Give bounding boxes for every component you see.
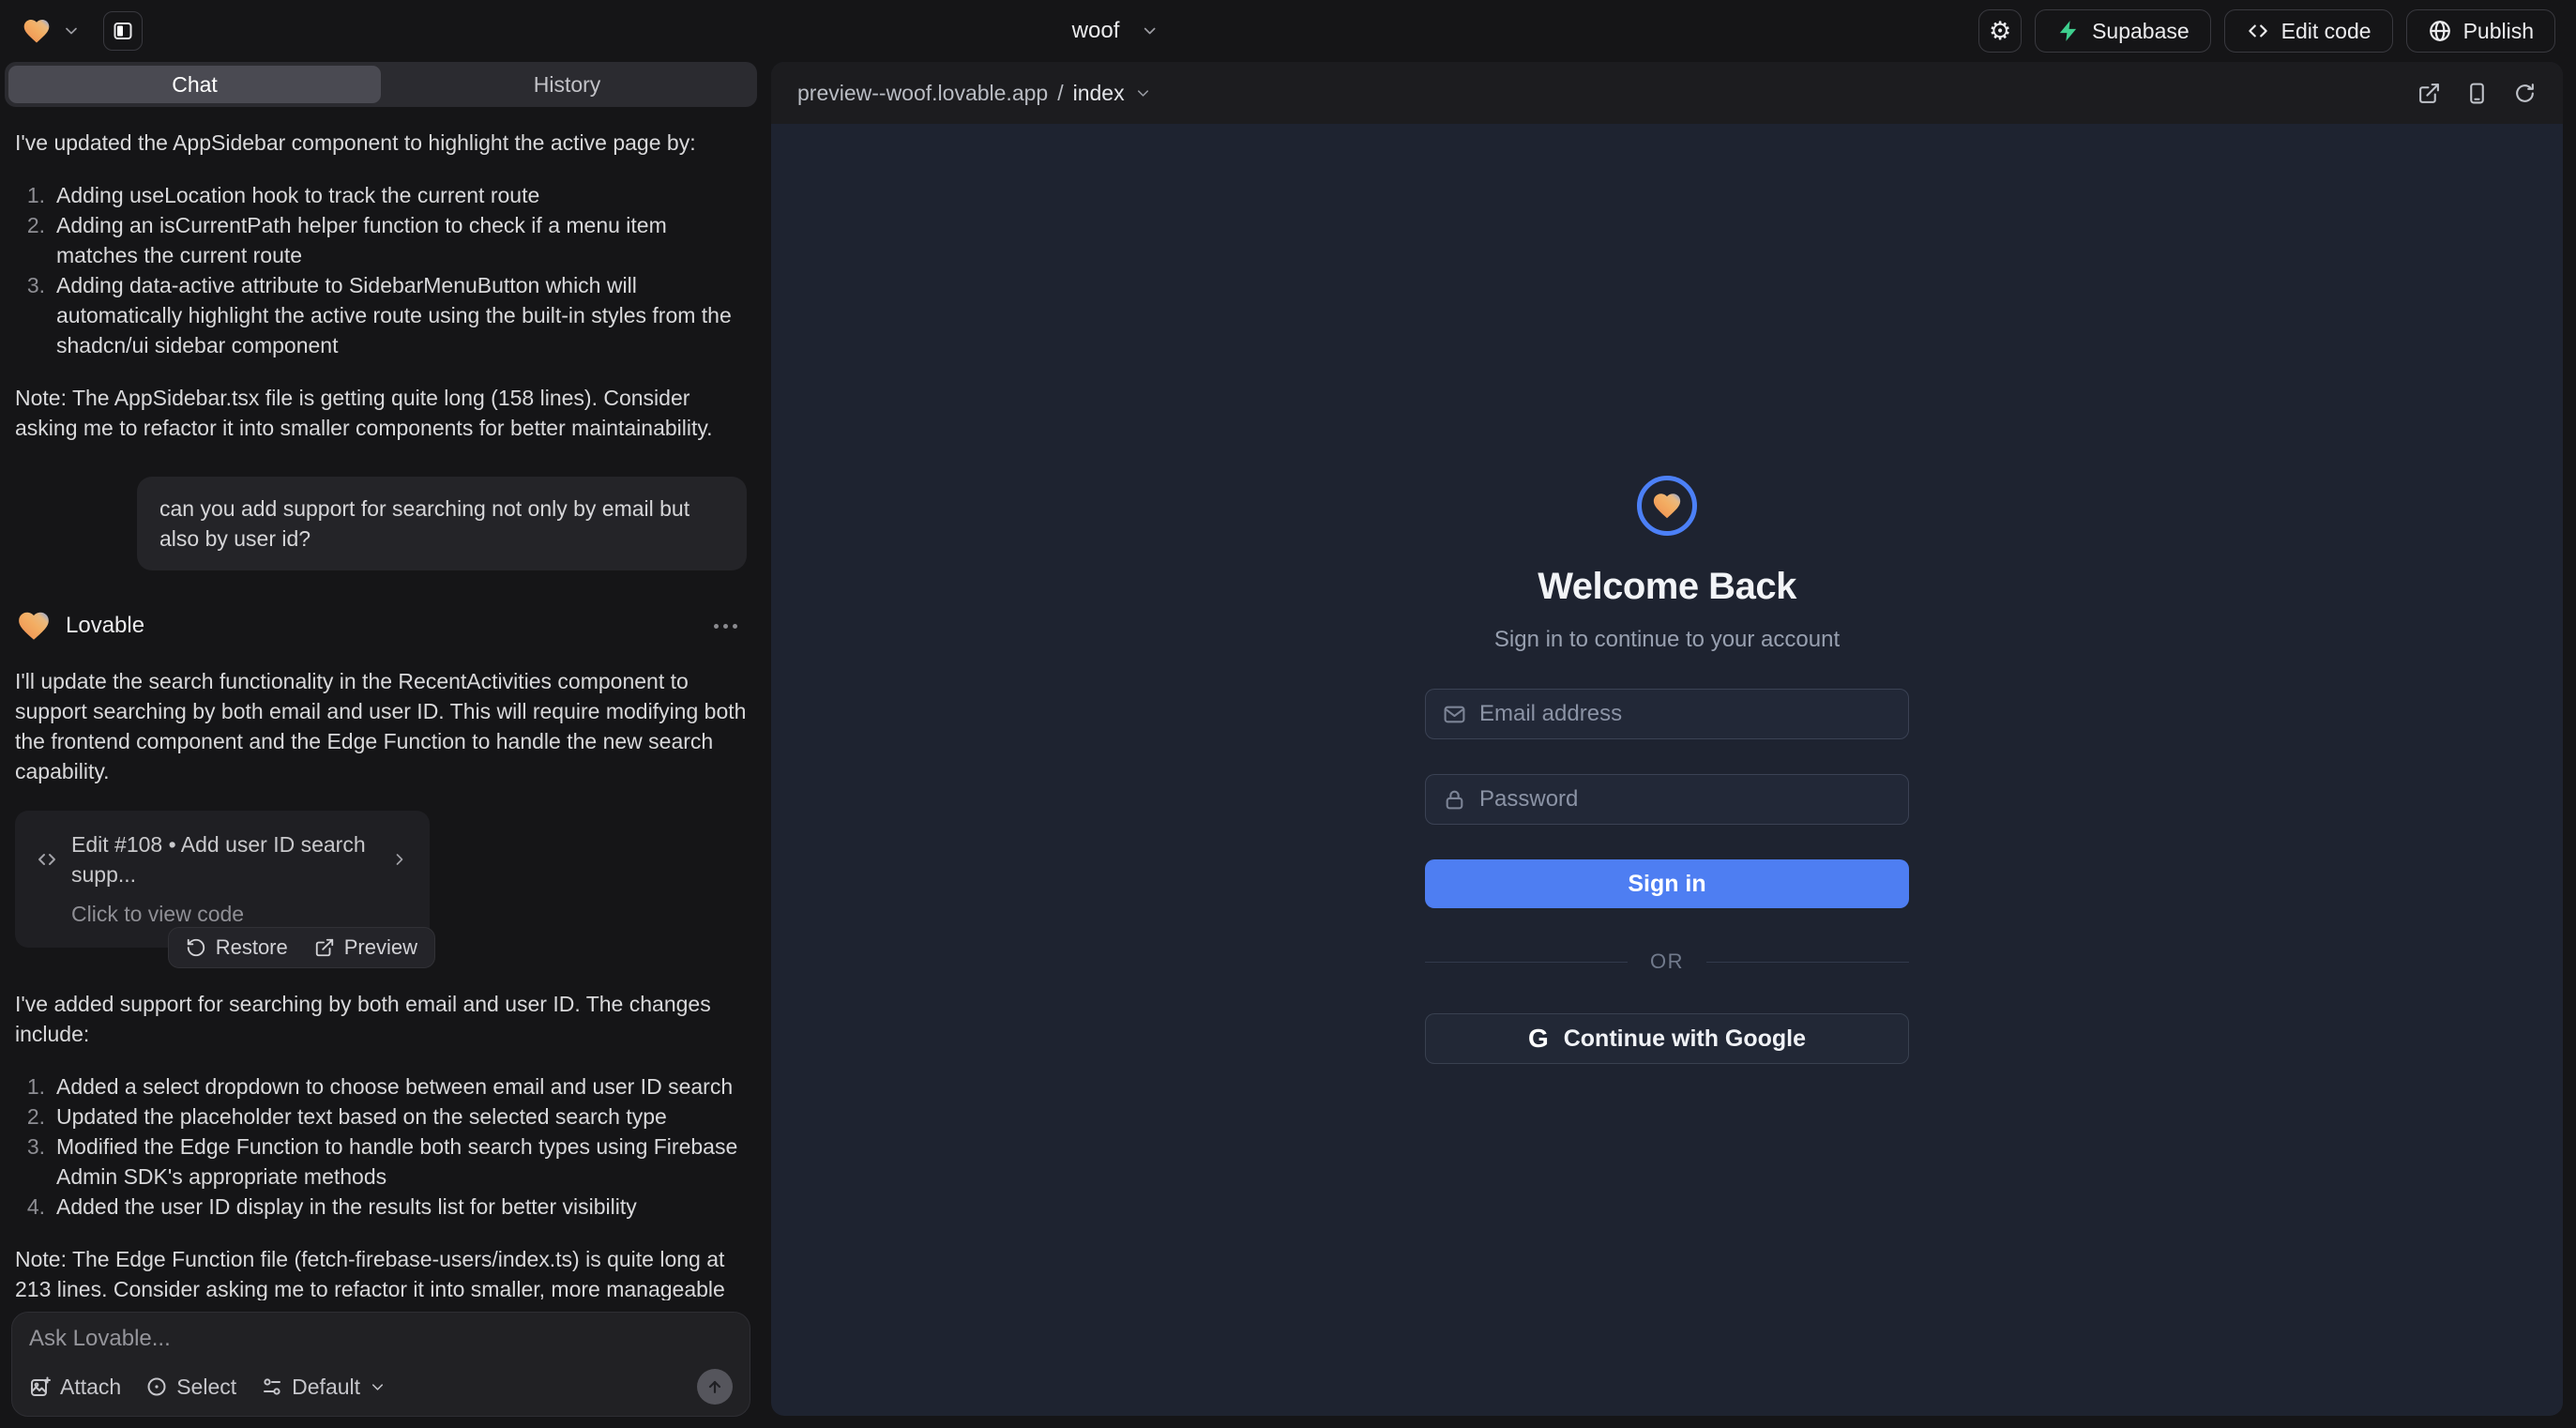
list-item: Modified the Edge Function to handle bot…	[21, 1132, 747, 1192]
list-item: Added a select dropdown to choose betwee…	[21, 1071, 747, 1101]
list-item: Updated the placeholder text based on th…	[21, 1101, 747, 1132]
restore-button[interactable]: Restore	[186, 935, 288, 960]
app-logo	[1637, 476, 1697, 536]
assistant-note: Note: The AppSidebar.tsx file is getting…	[15, 383, 747, 443]
preview-header: preview--woof.lovable.app / index	[771, 62, 2563, 124]
tab-history[interactable]: History	[381, 66, 753, 103]
chevron-down-icon	[1134, 84, 1152, 102]
list-item: Adding data-active attribute to SidebarM…	[21, 270, 747, 360]
supabase-bolt-icon	[2056, 19, 2081, 43]
password-input[interactable]	[1479, 786, 1891, 813]
assistant-paragraph: I've updated the AppSidebar component to…	[15, 128, 747, 158]
panel-left-icon	[112, 20, 134, 42]
topbar: woof ⚙ Supabase Edit code	[0, 0, 2576, 62]
google-signin-button[interactable]: G Continue with Google	[1425, 1013, 1909, 1064]
refresh-preview-button[interactable]	[2513, 82, 2537, 105]
preview-url[interactable]: preview--woof.lovable.app / index	[797, 81, 1152, 106]
main-split: Chat History I've updated the AppSidebar…	[0, 62, 2576, 1428]
attach-button[interactable]: Attach	[29, 1375, 121, 1400]
chevron-down-icon[interactable]	[62, 22, 81, 40]
signin-button[interactable]: Sign in	[1425, 859, 1909, 908]
chat-input[interactable]	[29, 1326, 733, 1352]
smartphone-icon	[2465, 82, 2489, 105]
select-element-button[interactable]: Select	[145, 1375, 236, 1400]
refresh-icon	[2513, 82, 2537, 105]
code-icon	[2246, 19, 2270, 43]
globe-icon	[2428, 19, 2452, 43]
preview-button[interactable]: Preview	[314, 935, 417, 960]
assistant-name: Lovable	[66, 611, 144, 641]
change-list: Added a select dropdown to choose betwee…	[21, 1071, 747, 1222]
topbar-actions: ⚙ Supabase Edit code Publish	[1978, 9, 2555, 53]
toggle-sidebar-button[interactable]	[103, 11, 143, 51]
mode-selector-button[interactable]: Default	[261, 1375, 386, 1400]
composer: Attach Select Default	[11, 1312, 750, 1417]
edit-card-title: Edit #108 • Add user ID search supp...	[71, 829, 377, 889]
google-icon: G	[1528, 1024, 1549, 1054]
tab-chat[interactable]: Chat	[8, 66, 381, 103]
signin-title: Welcome Back	[1538, 566, 1796, 608]
lovable-app: woof ⚙ Supabase Edit code	[0, 0, 2576, 1428]
mobile-view-button[interactable]	[2465, 82, 2489, 105]
chat-sidebar: Chat History I've updated the AppSidebar…	[0, 62, 762, 1428]
signin-subtitle: Sign in to continue to your account	[1494, 627, 1840, 653]
supabase-button[interactable]: Supabase	[2035, 9, 2211, 53]
code-icon	[36, 848, 58, 871]
edit-code-button[interactable]: Edit code	[2224, 9, 2393, 53]
path-separator: /	[1057, 81, 1063, 106]
preview-actions	[2417, 82, 2537, 105]
publish-button[interactable]: Publish	[2406, 9, 2555, 53]
chat-messages: I've updated the AppSidebar component to…	[0, 107, 762, 1300]
lovable-logo-icon[interactable]	[21, 16, 53, 46]
list-item: Adding useLocation hook to track the cur…	[21, 180, 747, 210]
mail-icon	[1443, 703, 1466, 726]
rotate-ccw-icon	[186, 937, 206, 958]
change-list: Adding useLocation hook to track the cur…	[21, 180, 747, 360]
composer-toolbar: Attach Select Default	[29, 1369, 733, 1405]
email-field[interactable]	[1425, 689, 1909, 739]
project-switcher[interactable]: woof	[1072, 18, 1159, 44]
or-label: OR	[1650, 949, 1684, 974]
arrow-up-icon	[705, 1377, 724, 1396]
list-item: Adding an isCurrentPath helper function …	[21, 210, 747, 270]
assistant-paragraph: I've added support for searching by both…	[15, 989, 747, 1049]
preview-viewport: Welcome Back Sign in to continue to your…	[771, 124, 2563, 1416]
signin-card: Welcome Back Sign in to continue to your…	[1425, 476, 1909, 1064]
preview-domain: preview--woof.lovable.app	[797, 81, 1048, 106]
chevron-down-icon	[1140, 22, 1159, 40]
external-link-icon	[314, 937, 335, 958]
sliders-icon	[261, 1375, 283, 1398]
lovable-avatar-icon	[15, 608, 53, 644]
user-message: can you add support for searching not on…	[137, 477, 747, 570]
edit-card-subtitle: Click to view code	[71, 899, 409, 929]
preview-page: index	[1073, 81, 1125, 106]
list-item: Added the user ID display in the results…	[21, 1192, 747, 1222]
password-field[interactable]	[1425, 774, 1909, 825]
preview-panel: preview--woof.lovable.app / index	[771, 62, 2563, 1416]
assistant-paragraph: I'll update the search functionality in …	[15, 666, 747, 786]
lock-icon	[1443, 788, 1466, 812]
edit-card-wrapper: Edit #108 • Add user ID search supp... C…	[15, 811, 430, 948]
external-link-icon	[2417, 82, 2441, 105]
assistant-note: Note: The Edge Function file (fetch-fire…	[15, 1244, 747, 1300]
email-input[interactable]	[1479, 701, 1891, 727]
image-plus-icon	[29, 1375, 52, 1398]
send-button[interactable]	[697, 1369, 733, 1405]
ellipsis-menu-icon[interactable]	[714, 624, 737, 629]
gear-icon: ⚙	[1989, 17, 2011, 46]
open-in-new-tab-button[interactable]	[2417, 82, 2441, 105]
project-name: woof	[1072, 18, 1120, 44]
target-icon	[145, 1375, 168, 1398]
or-divider: OR	[1425, 949, 1909, 974]
topbar-left	[21, 11, 143, 51]
assistant-header: Lovable	[15, 608, 747, 644]
chevron-right-icon	[390, 850, 409, 869]
settings-button[interactable]: ⚙	[1978, 9, 2022, 53]
chat-history-tabs: Chat History	[5, 62, 757, 107]
chevron-down-icon	[369, 1378, 386, 1396]
version-actions: Restore Preview	[168, 927, 435, 968]
heart-icon	[1650, 490, 1684, 522]
